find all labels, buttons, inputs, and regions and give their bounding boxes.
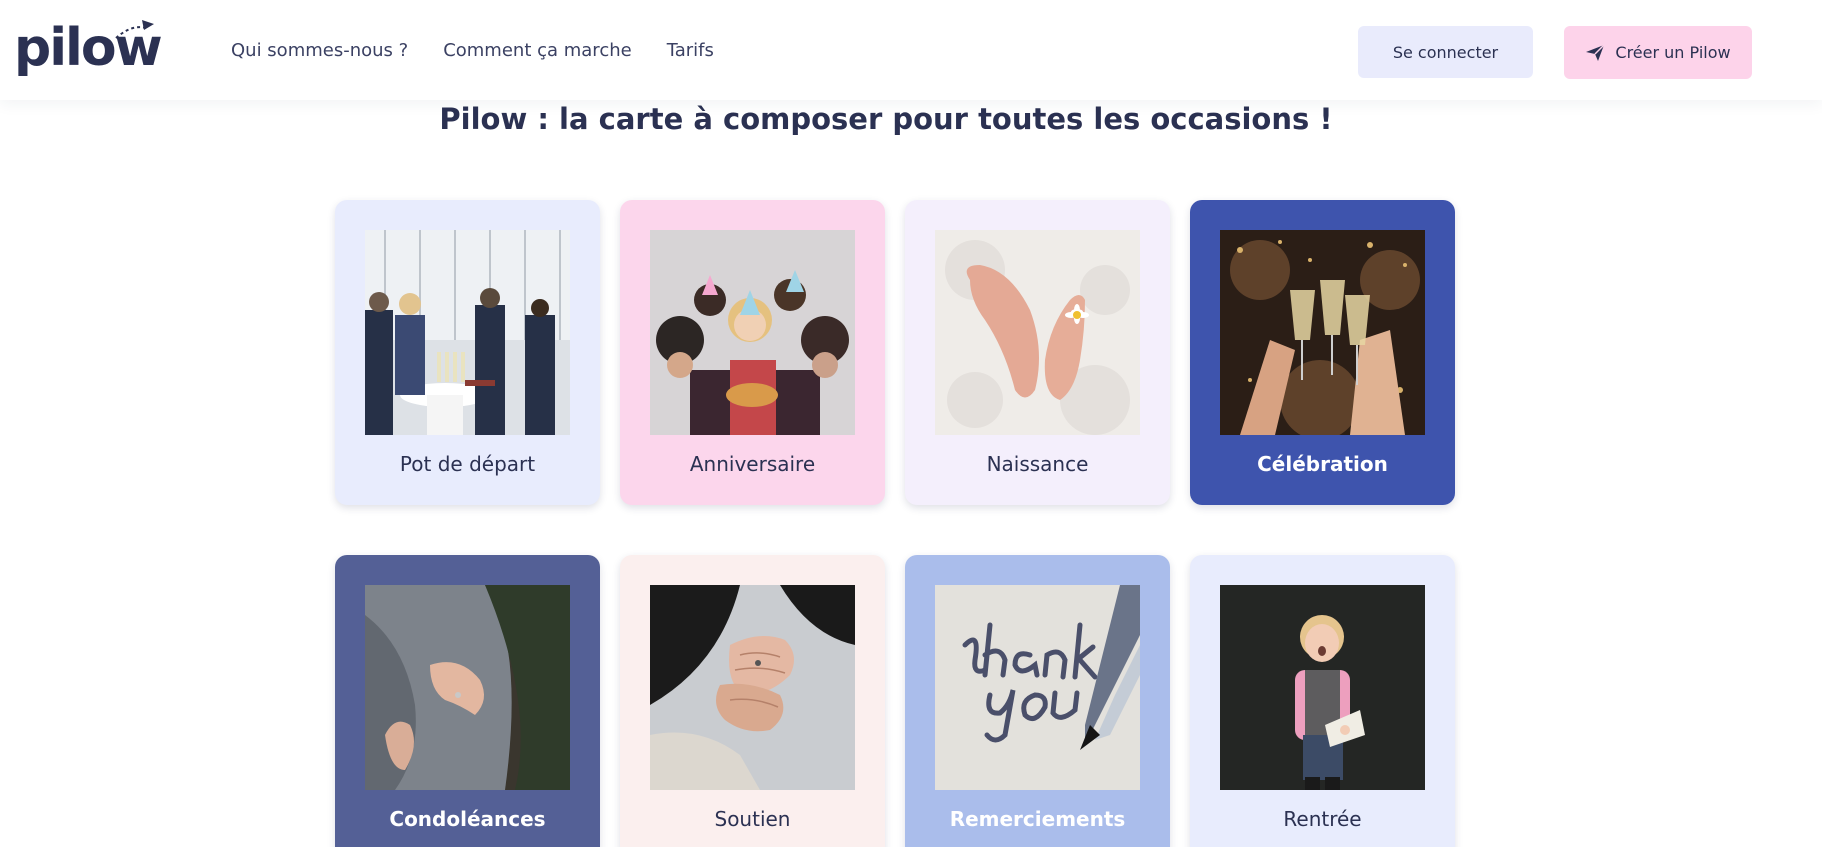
nav-link-about[interactable]: Qui sommes-nous ? bbox=[231, 40, 408, 61]
occasion-label: Remerciements bbox=[949, 807, 1126, 831]
birthday-cake-photo bbox=[650, 230, 855, 435]
occasion-card-remerciements[interactable]: Remerciements bbox=[905, 555, 1170, 847]
child-with-book-photo bbox=[1220, 585, 1425, 790]
baby-feet-photo bbox=[935, 230, 1140, 435]
main-nav: Qui sommes-nous ? Comment ça marche Tari… bbox=[231, 40, 714, 61]
occasion-label: Célébration bbox=[1257, 452, 1388, 476]
nav-link-pricing[interactable]: Tarifs bbox=[667, 40, 714, 61]
page-headline: Pilow : la carte à composer pour toutes … bbox=[439, 102, 1333, 136]
login-button[interactable]: Se connecter bbox=[1358, 26, 1533, 78]
occasion-card-anniversaire[interactable]: Anniversaire bbox=[620, 200, 885, 505]
office-party-photo bbox=[365, 230, 570, 435]
create-pilow-button-label: Créer un Pilow bbox=[1615, 43, 1731, 62]
occasion-label: Naissance bbox=[986, 452, 1089, 476]
occasion-label: Rentrée bbox=[1283, 807, 1362, 831]
occasion-label: Pot de départ bbox=[399, 452, 536, 476]
nav-link-how-it-works[interactable]: Comment ça marche bbox=[443, 40, 632, 61]
login-button-label: Se connecter bbox=[1392, 42, 1499, 62]
comforting-hug-photo bbox=[365, 585, 570, 790]
champagne-toast-photo bbox=[1220, 230, 1425, 435]
occasion-card-pot-de-depart[interactable]: Pot de départ bbox=[335, 200, 600, 505]
occasion-label: Anniversaire bbox=[689, 452, 816, 476]
occasion-card-celebration[interactable]: Célébration bbox=[1190, 200, 1455, 505]
paper-plane-icon bbox=[115, 20, 154, 39]
occasion-card-naissance[interactable]: Naissance bbox=[905, 200, 1170, 505]
thank-you-note-photo bbox=[935, 585, 1140, 790]
occasion-card-soutien[interactable]: Soutien bbox=[620, 555, 885, 847]
occasion-card-rentree[interactable]: Rentrée bbox=[1190, 555, 1455, 847]
occasion-label: Condoléances bbox=[389, 807, 546, 831]
site-header: pilow Qui sommes-nous ? Comment ça march… bbox=[0, 0, 1822, 100]
create-pilow-button[interactable]: Créer un Pilow bbox=[1564, 26, 1752, 79]
pilow-logo[interactable]: pilow bbox=[14, 14, 163, 86]
send-icon bbox=[1586, 43, 1605, 61]
occasion-label: Soutien bbox=[714, 807, 791, 831]
occasion-card-condoleances[interactable]: Condoléances bbox=[335, 555, 600, 847]
holding-hands-photo bbox=[650, 585, 855, 790]
